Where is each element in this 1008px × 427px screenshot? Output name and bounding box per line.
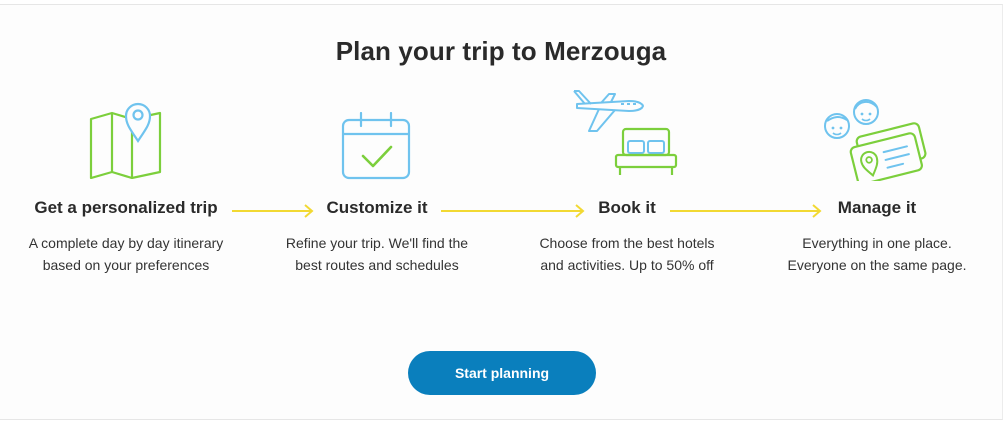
step-description-line: best routes and schedules xyxy=(295,257,459,273)
step-description-line: Choose from the best hotels xyxy=(539,235,715,251)
step-title: Manage it xyxy=(837,198,917,217)
plane-bed-icon xyxy=(573,90,678,175)
step-description-line: Everyone on the same page. xyxy=(787,257,967,273)
step-description-line: based on your preferences xyxy=(42,257,210,273)
step-description-line: A complete day by day itinerary xyxy=(28,235,224,251)
step-title: Get a personalized trip xyxy=(34,198,218,217)
calendar-check-icon xyxy=(341,112,411,180)
travelers-tickets-icon xyxy=(824,99,927,181)
map-pin-icon xyxy=(89,102,162,179)
step-description: Refine your trip. We'll find the best ro… xyxy=(257,232,497,276)
plan-trip-panel: Plan your trip to Merzouga Get a persona… xyxy=(0,4,1003,420)
start-planning-button[interactable]: Start planning xyxy=(408,351,596,395)
step-description: Everything in one place. Everyone on the… xyxy=(757,232,997,276)
step-description: A complete day by day itinerary based on… xyxy=(6,232,246,276)
step-description-line: Everything in one place. xyxy=(802,235,952,251)
step-description-line: Refine your trip. We'll find the xyxy=(285,235,469,251)
step-description-line: and activities. Up to 50% off xyxy=(540,257,714,273)
step-description: Choose from the best hotels and activiti… xyxy=(507,232,747,276)
page-title: Plan your trip to Merzouga xyxy=(335,36,667,66)
